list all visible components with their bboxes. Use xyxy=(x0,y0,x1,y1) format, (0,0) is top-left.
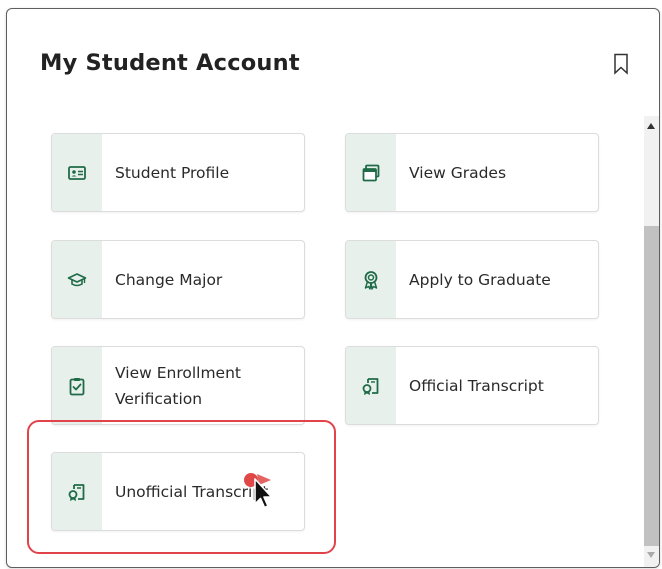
tile-label: Student Profile xyxy=(115,163,230,182)
id-card-icon xyxy=(52,134,102,211)
bookmark-icon[interactable] xyxy=(613,53,629,75)
tile-label: Official Transcript xyxy=(409,376,544,395)
tile-view-enrollment-verification[interactable]: View Enrollment Verification xyxy=(51,346,305,425)
scroll-up-arrow-icon[interactable] xyxy=(647,123,655,129)
tile-view-grades[interactable]: View Grades xyxy=(345,133,599,212)
award-ribbon-icon xyxy=(346,241,396,318)
transcript-seal-icon xyxy=(346,347,396,424)
tile-change-major[interactable]: Change Major xyxy=(51,240,305,319)
tile-label: Change Major xyxy=(115,270,223,289)
scrollbar[interactable] xyxy=(644,116,659,567)
graduation-cap-icon xyxy=(52,241,102,318)
scrollbar-thumb[interactable] xyxy=(644,226,659,546)
tile-label: View Enrollment Verification xyxy=(115,363,241,408)
tile-official-transcript[interactable]: Official Transcript xyxy=(345,346,599,425)
scroll-down-arrow-icon[interactable] xyxy=(647,552,655,558)
highlight-box xyxy=(27,420,336,554)
tile-label: View Grades xyxy=(409,163,507,182)
tile-apply-to-graduate[interactable]: Apply to Graduate xyxy=(345,240,599,319)
card-title: My Student Account xyxy=(40,50,300,76)
stacked-windows-icon xyxy=(346,134,396,211)
mouse-cursor-icon xyxy=(244,473,273,509)
clipboard-check-icon xyxy=(52,347,102,424)
tile-label: Apply to Graduate xyxy=(409,270,551,289)
tile-student-profile[interactable]: Student Profile xyxy=(51,133,305,212)
